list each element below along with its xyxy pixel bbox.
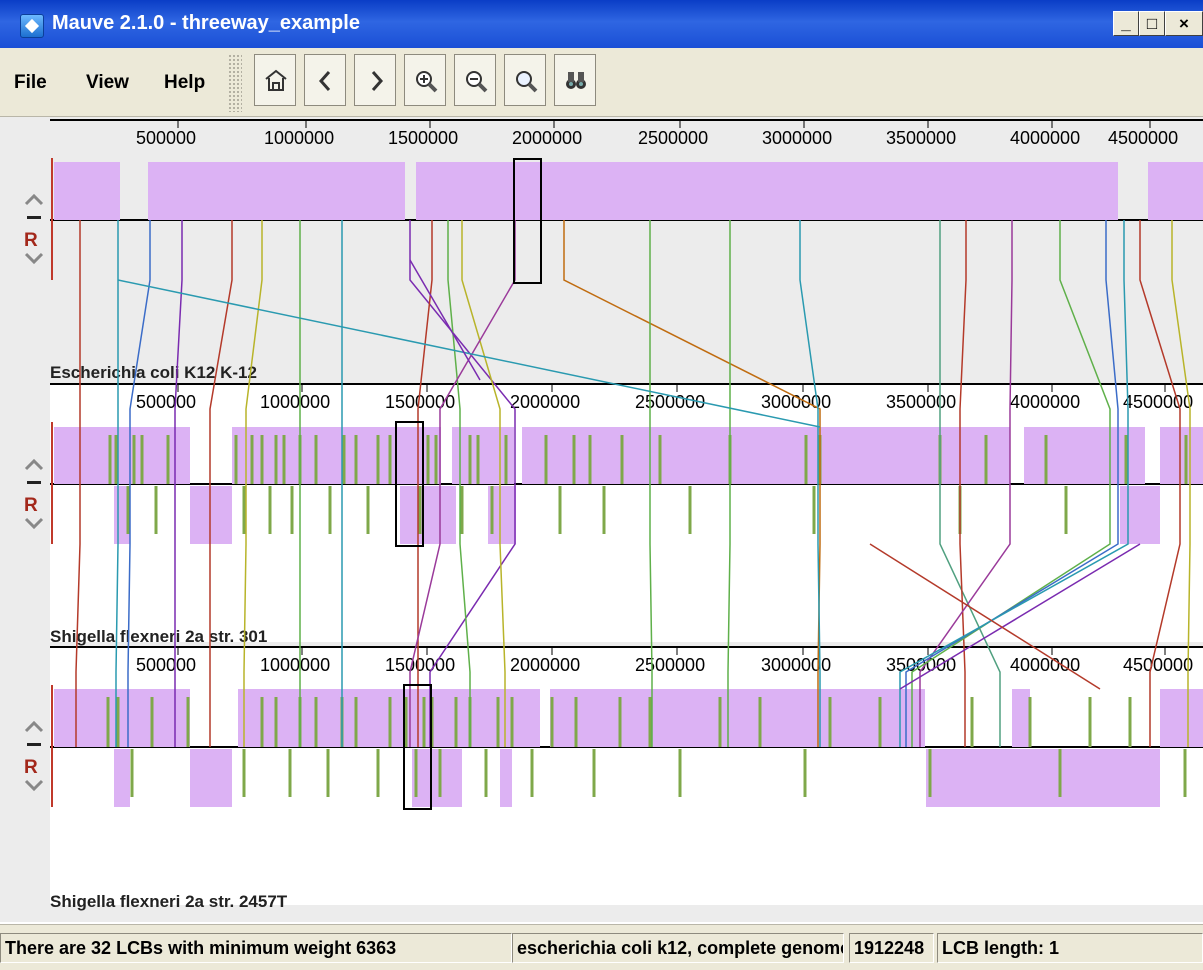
panel3-tick-label: 1000000	[260, 655, 330, 675]
alignment-plot[interactable]: 500000 1000000 1500000 2000000 2500000 300000…	[0, 117, 1203, 922]
panel2-tick-label: 3500000	[886, 392, 956, 412]
panel2-lcb-block	[54, 427, 190, 484]
panel3-lcb-block	[1012, 689, 1030, 747]
panel1-tick-label: 1500000	[388, 128, 458, 148]
panel3-move-up-arrow-icon[interactable]	[24, 720, 44, 733]
panel3-tick-label: 2500000	[635, 655, 705, 675]
panel3-lcb-block	[550, 689, 925, 747]
home-button[interactable]	[254, 54, 296, 106]
panel2-reverse-toggle[interactable]: R	[24, 495, 38, 516]
search-icon	[516, 71, 538, 93]
zoom-in-icon	[416, 71, 438, 93]
panel2-move-up-arrow-icon[interactable]	[24, 458, 44, 471]
panel3-genome-label: Shigella flexneri 2a str. 2457T	[50, 892, 288, 911]
chevron-left-button[interactable]	[304, 54, 346, 106]
panel3-tick-label: 1500000	[385, 655, 455, 675]
chevron-right-button[interactable]	[354, 54, 396, 106]
panel3-hide-toggle[interactable]	[27, 743, 41, 746]
panel1-move-up-arrow-icon[interactable]	[24, 193, 44, 206]
menu-and-toolbar: File View Help	[0, 48, 1203, 117]
status-position: 1912248	[849, 933, 934, 963]
panel1-hide-toggle[interactable]	[27, 216, 41, 219]
toolbar-grip[interactable]	[228, 54, 242, 112]
panel3-tick-label: 500000	[136, 655, 196, 675]
panel3-lcb-block-reverse	[114, 749, 130, 807]
panel2-tick-label: 2000000	[510, 392, 580, 412]
panel3-tick-label: 3500000	[886, 655, 956, 675]
menu-help[interactable]: Help	[164, 72, 205, 94]
panel1-genome-label: Escherichia coli K12 K-12	[50, 363, 257, 382]
panel2-lcb-block	[1160, 427, 1203, 484]
mauve-app-icon	[20, 14, 44, 38]
panel1-background	[50, 120, 1203, 378]
panel1-lcb-block	[1148, 162, 1203, 220]
menu-view[interactable]: View	[86, 72, 129, 94]
zoom-in-button[interactable]	[404, 54, 446, 106]
panel1-tick-label: 3500000	[886, 128, 956, 148]
panel1-tick-label: 4000000	[1010, 128, 1080, 148]
panel1-tick-label: 2000000	[512, 128, 582, 148]
panel3-lcb-block-reverse	[926, 749, 1160, 807]
panel2-move-down-arrow-icon[interactable]	[24, 517, 44, 530]
panel1-reverse-toggle[interactable]: R	[24, 230, 38, 251]
panel1-lcb-block	[54, 162, 120, 220]
panel2-tick-label: 4500000	[1123, 392, 1193, 412]
panel1-tick-label: 4500000	[1108, 128, 1178, 148]
panel1-tick-label: 3000000	[762, 128, 832, 148]
panel3-reverse-toggle[interactable]: R	[24, 757, 38, 778]
panel3-lcb-block-reverse	[190, 749, 232, 807]
maximize-button[interactable]: □	[1139, 11, 1165, 36]
status-lcb-length: LCB length: 1	[937, 933, 1203, 963]
chevron-left-icon	[318, 71, 331, 91]
alignment-workspace[interactable]: 500000 1000000 1500000 2000000 2500000 300000…	[0, 117, 1203, 922]
panel3-lcb-block-reverse	[412, 749, 462, 807]
panel3-tick-label: 4000000	[1010, 655, 1080, 675]
window-title: Mauve 2.1.0 - threeway_example	[52, 12, 360, 34]
panel3-tick-label: 4500000	[1123, 655, 1193, 675]
home-icon	[265, 69, 287, 91]
chevron-right-icon	[371, 71, 384, 91]
menu-file[interactable]: File	[14, 72, 47, 94]
panel3-move-down-arrow-icon[interactable]	[24, 779, 44, 792]
close-button[interactable]: ×	[1165, 11, 1203, 36]
panel2-hide-toggle[interactable]	[27, 481, 41, 484]
panel2-tick-label: 500000	[136, 392, 196, 412]
binoculars-icon	[566, 72, 586, 89]
minimize-button[interactable]: _	[1113, 11, 1139, 36]
status-message: There are 32 LCBs with minimum weight 63…	[0, 933, 512, 963]
panel2-lcb-block	[522, 427, 1010, 484]
zoom-out-button[interactable]	[454, 54, 496, 106]
panel2-lcb-block-reverse	[190, 486, 232, 544]
status-bar: There are 32 LCBs with minimum weight 63…	[0, 924, 1203, 970]
panel3-lcb-block	[54, 689, 190, 747]
panel2-tick-label: 4000000	[1010, 392, 1080, 412]
panel1-move-down-arrow-icon[interactable]	[24, 252, 44, 265]
title-bar: Mauve 2.1.0 - threeway_example _ □ ×	[0, 0, 1203, 48]
panel1-lcb-block	[148, 162, 405, 220]
panel2-genome-label: Shigella flexneri 2a str. 301	[50, 627, 267, 646]
panel1-tick-label: 1000000	[264, 128, 334, 148]
status-sequence: escherichia coli k12, complete genome.	[512, 933, 844, 963]
zoom-out-icon	[466, 71, 488, 93]
panel3-tick-label: 2000000	[510, 655, 580, 675]
binoculars-button[interactable]	[554, 54, 596, 106]
panel2-lcb-block-reverse	[1120, 486, 1160, 544]
panel2-tick-label: 1000000	[260, 392, 330, 412]
panel3-lcb-block-reverse	[500, 749, 512, 807]
panel1-tick-label: 2500000	[638, 128, 708, 148]
search-button[interactable]	[504, 54, 546, 106]
panel3-lcb-block	[1160, 689, 1203, 747]
panel1-lcb-block	[416, 162, 1118, 220]
panel2-lcb-block-reverse	[400, 486, 456, 544]
panel1-tick-label: 500000	[136, 128, 196, 148]
